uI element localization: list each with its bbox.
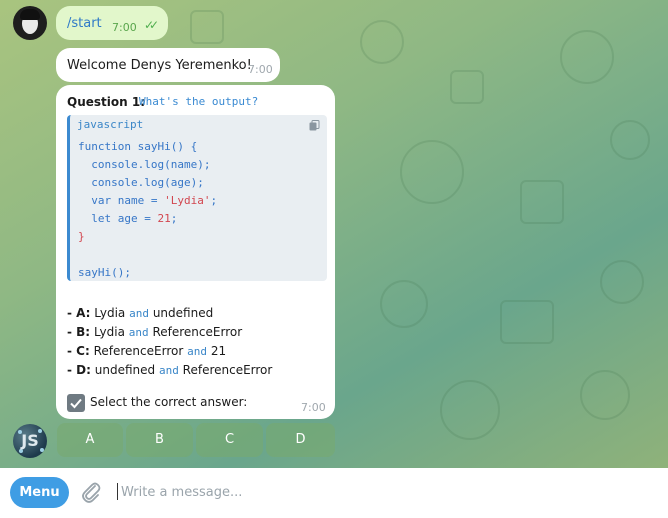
read-checkmarks-icon: ✓✓ — [144, 18, 159, 32]
code-line: console.log(name); — [78, 158, 211, 171]
code-content: function sayHi() { console.log(name); co… — [78, 138, 217, 282]
code-token: sayHi — [137, 140, 171, 153]
background-doodle — [440, 380, 500, 440]
question-message[interactable]: Question 1: What's the output? javascrip… — [56, 85, 335, 419]
answer-button-d[interactable]: D — [266, 423, 335, 457]
code-line: console.log(age); — [78, 176, 204, 189]
user-avatar[interactable] — [13, 6, 47, 40]
code-token: function — [78, 140, 131, 153]
chat-area: /start 7:00 ✓✓ Welcome Denys Yeremenko! … — [0, 0, 668, 468]
code-token: ; — [170, 212, 178, 225]
background-doodle — [580, 370, 630, 420]
message-composer: Menu — [0, 468, 668, 518]
paperclip-icon[interactable] — [80, 480, 102, 504]
message-input[interactable] — [121, 481, 641, 503]
background-doodle — [380, 280, 428, 328]
command-text[interactable]: /start — [67, 16, 102, 31]
menu-button[interactable]: Menu — [10, 477, 69, 508]
bot-avatar-label: JS — [21, 431, 39, 450]
text-caret — [117, 483, 118, 500]
code-token: 'Lydia' — [164, 194, 211, 207]
welcome-message[interactable]: Welcome Denys Yeremenko! 7:00 — [56, 48, 280, 82]
background-doodle — [360, 20, 404, 64]
background-doodle — [600, 260, 644, 304]
code-token: 21 — [157, 212, 171, 225]
code-token: var — [78, 194, 112, 207]
code-token: name = — [111, 194, 165, 207]
answer-options: - A: Lydia and undefined - B: Lydia and … — [67, 304, 272, 380]
welcome-text: Welcome Denys Yeremenko! — [67, 58, 252, 73]
copy-icon[interactable] — [309, 120, 320, 131]
code-token: age = — [111, 212, 158, 225]
background-doodle — [400, 140, 464, 204]
question-subtitle: What's the output? — [139, 95, 259, 108]
code-token: ; — [210, 194, 218, 207]
bot-avatar[interactable]: JS — [13, 424, 47, 458]
code-line: sayHi(); — [78, 266, 131, 279]
background-doodle — [610, 120, 650, 160]
background-doodle — [520, 180, 564, 224]
checkbox-icon — [67, 394, 85, 412]
code-line: } — [78, 230, 85, 243]
answer-button-a[interactable]: A — [57, 423, 123, 457]
option-b: - B: Lydia and ReferenceError — [67, 325, 243, 339]
answer-button-c[interactable]: C — [196, 423, 263, 457]
question-label: Question 1: — [67, 95, 145, 109]
option-c: - C: ReferenceError and 21 — [67, 344, 227, 358]
answer-button-b[interactable]: B — [126, 423, 193, 457]
background-doodle — [560, 30, 614, 84]
option-a: - A: Lydia and undefined — [67, 306, 214, 320]
message-time: 7:00 — [112, 21, 137, 34]
option-d: - D: undefined and ReferenceError — [67, 363, 273, 377]
message-time: 7:00 — [248, 63, 273, 76]
code-block[interactable]: javascript function sayHi() { console.lo… — [67, 115, 327, 281]
background-doodle — [500, 300, 554, 344]
background-doodle — [450, 70, 484, 104]
code-token: let — [78, 212, 112, 225]
code-token: () { — [170, 140, 198, 153]
outgoing-message[interactable]: /start 7:00 ✓✓ — [56, 6, 168, 40]
message-time: 7:00 — [301, 401, 326, 414]
select-answer-label: Select the correct answer: — [90, 395, 248, 409]
background-doodle — [190, 10, 224, 44]
code-language: javascript — [77, 118, 144, 131]
